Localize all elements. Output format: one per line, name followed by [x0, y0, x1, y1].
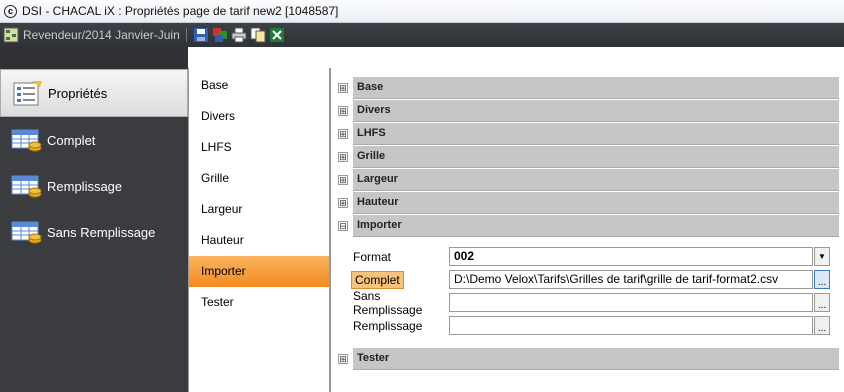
expand-icon[interactable]: ⊞ [338, 128, 348, 139]
copy-icon[interactable] [250, 27, 266, 43]
section-item-importer[interactable]: Importer [189, 256, 329, 287]
prop-label-text: Complet [351, 270, 404, 289]
prop-label: Format [353, 249, 392, 264]
format-select[interactable]: 002 [449, 247, 813, 266]
prop-label: Sans Remplissage [353, 288, 423, 317]
expand-icon[interactable]: ⊞ [338, 197, 348, 208]
category-importer[interactable]: ⊟ Importer [335, 214, 839, 237]
category-hauteur[interactable]: ⊞ Hauteur [335, 191, 839, 214]
section-item-lhfs[interactable]: LHFS [189, 132, 329, 163]
nav-item-remplissage[interactable]: Remplissage [0, 163, 188, 209]
table-coins-icon [11, 129, 42, 152]
prop-label: Complet [335, 270, 445, 289]
collapse-icon[interactable]: ⊟ [338, 220, 348, 231]
tree-icon [3, 27, 19, 43]
category-lhfs[interactable]: ⊞ LHFS [335, 122, 839, 145]
table-coins-icon [11, 221, 42, 244]
section-item-divers[interactable]: Divers [189, 101, 329, 132]
property-grid: ⊞ Base ⊞ Divers ⊞ LHFS ⊞ Grille ⊞ Largeur ⊞ Ha… [330, 68, 844, 392]
section-item-base[interactable]: Base [189, 70, 329, 101]
section-item-largeur[interactable]: Largeur [189, 194, 329, 225]
category-label: LHFS [353, 122, 839, 145]
expand-icon[interactable]: ⊞ [338, 105, 348, 116]
category-label: Grille [353, 145, 839, 168]
print-icon[interactable] [231, 27, 247, 43]
browse-button[interactable]: ... [814, 293, 830, 312]
expand-icon[interactable]: ⊞ [338, 174, 348, 185]
nav-label: Propriétés [48, 85, 108, 101]
breadcrumb: Revendeur/2014 Janvier-Juin [23, 28, 180, 42]
section-list: Base Divers LHFS Grille Largeur Hauteur … [188, 68, 330, 392]
category-largeur[interactable]: ⊞ Largeur [335, 168, 839, 191]
title-bar: c DSI - CHACAL iX : Propriétés page de t… [0, 0, 844, 23]
category-label: Divers [353, 99, 839, 122]
chacal-logo-icon: c [4, 4, 17, 18]
expand-icon[interactable]: ⊞ [338, 151, 348, 162]
prop-label: Remplissage [353, 318, 423, 333]
category-divers[interactable]: ⊞ Divers [335, 99, 839, 122]
category-label: Importer [353, 214, 839, 237]
section-item-hauteur[interactable]: Hauteur [189, 225, 329, 256]
prop-sans-remplissage: Sans Remplissage ... [335, 288, 839, 317]
expand-icon[interactable]: ⊞ [338, 353, 348, 364]
sans-remplissage-path-field[interactable] [449, 293, 813, 312]
window-title: DSI - CHACAL iX : Propriétés page de tar… [22, 4, 339, 18]
left-nav: Propriétés Complet Remplissage Sans Remp… [0, 47, 188, 392]
nav-label: Complet [47, 132, 96, 148]
excel-export-icon[interactable] [269, 27, 285, 43]
multi-save-icon[interactable] [212, 27, 228, 43]
nav-item-complet[interactable]: Complet [0, 117, 188, 163]
complet-path-field[interactable]: D:\Demo Velox\Tarifs\Grilles de tarif\gr… [449, 270, 813, 289]
prop-format: Format 002 ▼ [335, 245, 839, 268]
expand-icon[interactable]: ⊞ [338, 82, 348, 93]
toolbar-divider [185, 28, 187, 42]
browse-button[interactable]: ... [814, 270, 830, 289]
nav-label: Remplissage [47, 178, 123, 194]
category-tester[interactable]: ⊞ Tester [335, 347, 839, 370]
nav-item-proprietes[interactable]: Propriétés [0, 69, 188, 117]
section-item-tester[interactable]: Tester [189, 287, 329, 318]
section-item-grille[interactable]: Grille [189, 163, 329, 194]
toolbar: Revendeur/2014 Janvier-Juin [0, 23, 844, 47]
remplissage-path-field[interactable] [449, 316, 813, 335]
nav-item-sans-remplissage[interactable]: Sans Remplissage [0, 209, 188, 255]
category-label: Tester [353, 347, 839, 370]
nav-label: Sans Remplissage [47, 224, 156, 240]
properties-icon [13, 81, 42, 106]
browse-button[interactable]: ... [814, 316, 830, 335]
category-label: Hauteur [353, 191, 839, 214]
category-label: Base [353, 76, 839, 99]
save-icon[interactable] [193, 27, 209, 43]
category-label: Largeur [353, 168, 839, 191]
category-base[interactable]: ⊞ Base [335, 76, 839, 99]
table-coins-icon [11, 175, 42, 198]
prop-remplissage: Remplissage ... [335, 314, 839, 337]
category-grille[interactable]: ⊞ Grille [335, 145, 839, 168]
dropdown-arrow-icon[interactable]: ▼ [814, 247, 830, 266]
